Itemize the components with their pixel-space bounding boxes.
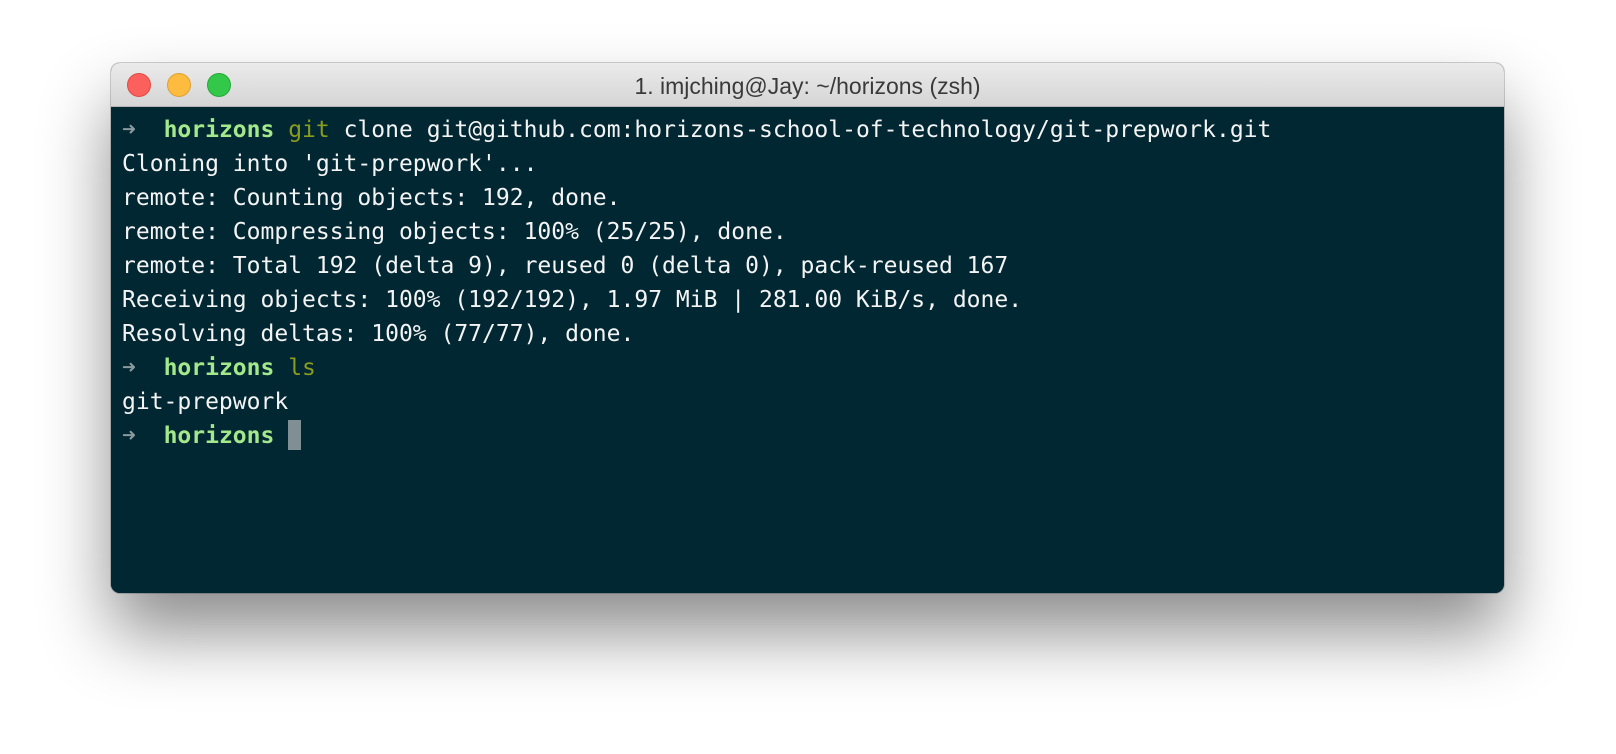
terminal-line-output: Cloning into 'git-prepwork'... <box>122 151 538 177</box>
command-name: ls <box>288 355 316 381</box>
prompt-directory: horizons <box>163 423 275 449</box>
prompt-arrow-icon: ➜ <box>122 117 136 143</box>
title-bar[interactable]: 1. imjching@Jay: ~/horizons (zsh) <box>111 63 1504 107</box>
command-args: clone git@github.com:horizons-school-of-… <box>343 117 1272 143</box>
prompt-arrow-icon: ➜ <box>122 355 136 381</box>
terminal-line-output: remote: Counting objects: 192, done. <box>122 185 621 211</box>
terminal-window: 1. imjching@Jay: ~/horizons (zsh) ➜ hori… <box>111 63 1504 593</box>
prompt-directory: horizons <box>163 117 275 143</box>
terminal-line-output: Resolving deltas: 100% (77/77), done. <box>122 321 635 347</box>
prompt-directory: horizons <box>163 355 275 381</box>
prompt-arrow-icon: ➜ <box>122 423 136 449</box>
window-title: 1. imjching@Jay: ~/horizons (zsh) <box>634 73 981 99</box>
terminal-line-output: git-prepwork <box>122 389 289 415</box>
terminal-line-prompt: ➜ horizons ls <box>122 351 1504 385</box>
command-name: git <box>288 117 330 143</box>
text-cursor[interactable] <box>288 419 302 450</box>
terminal-line-output: Receiving objects: 100% (192/192), 1.97 … <box>122 287 1023 313</box>
terminal-line-output: remote: Compressing objects: 100% (25/25… <box>122 219 787 245</box>
terminal-line-prompt: ➜ horizons git clone git@github.com:hori… <box>122 113 1504 147</box>
terminal-line-prompt: ➜ horizons <box>122 419 1504 453</box>
terminal-line-output: remote: Total 192 (delta 9), reused 0 (d… <box>122 253 1009 279</box>
terminal-output[interactable]: ➜ horizons git clone git@github.com:hori… <box>111 107 1504 593</box>
